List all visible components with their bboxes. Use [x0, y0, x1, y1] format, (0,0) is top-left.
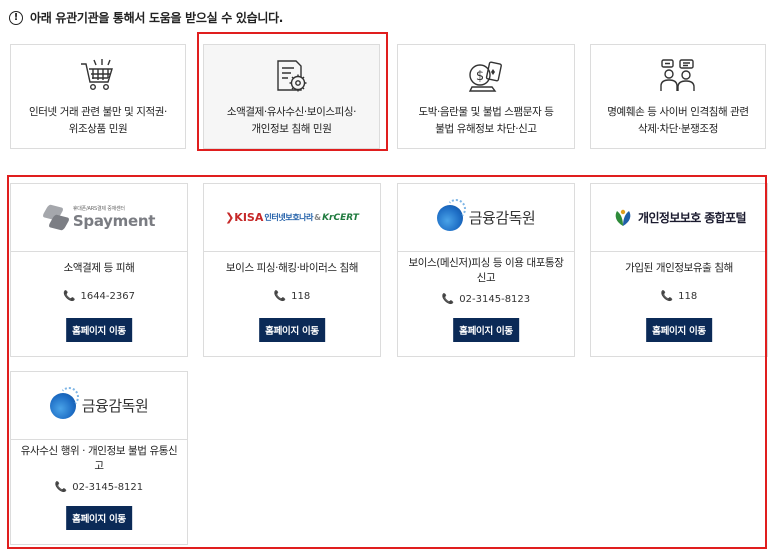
svg-text:$: $: [476, 69, 484, 84]
category-online-trade[interactable]: 인터넷 거래 관련 불만 및 지적권· 위조상품 민원: [10, 44, 186, 149]
shopping-cart-icon: [78, 58, 118, 94]
category-label: 명예훼손 등 사이버 인격침해 관련 삭제·차단·분쟁조정: [607, 106, 749, 135]
agency-highlight-box: [7, 175, 767, 549]
category-gambling-spam[interactable]: $ 도박·음란물 및 불법 스팸문자 등 불법 유해정보 차단·신고: [397, 44, 575, 149]
exclamation-circle-icon: !: [9, 10, 23, 25]
notice: ! 아래 유관기관을 통해서 도움을 받으실 수 있습니다.: [9, 9, 283, 26]
money-gambling-icon: $: [466, 58, 506, 94]
category-label: 도박·음란물 및 불법 스팸문자 등 불법 유해정보 차단·신고: [418, 106, 554, 135]
notice-text: 아래 유관기관을 통해서 도움을 받으실 수 있습니다.: [30, 11, 284, 25]
category-highlight-box: [197, 32, 388, 151]
category-cyber-defamation[interactable]: 명예훼손 등 사이버 인격침해 관련 삭제·차단·분쟁조정: [590, 44, 766, 149]
category-label: 인터넷 거래 관련 불만 및 지적권· 위조상품 민원: [28, 106, 167, 135]
people-chat-icon: [658, 58, 698, 94]
